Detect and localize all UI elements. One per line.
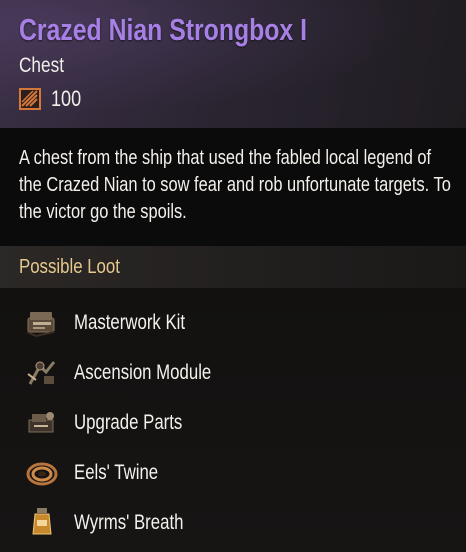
item-type: Chest [19,54,64,77]
list-item: Masterwork Kit [0,298,466,346]
loot-item-label: Upgrade Parts [74,411,183,434]
list-item: Ascension Module [0,348,466,396]
possible-loot-header: Possible Loot [0,246,466,288]
rope-coil-icon [24,454,60,490]
potion-jar-icon [24,504,60,540]
item-description: A chest from the ship that used the fabl… [19,146,451,223]
tooltip-header: Crazed Nian Strongbox I Chest 100 [0,0,466,128]
possible-loot-title: Possible Loot [19,255,120,278]
description-panel: A chest from the ship that used the fabl… [0,128,466,246]
list-item: Upgrade Parts [0,398,466,446]
gear-score-row: 100 [19,86,88,111]
masterwork-kit-icon [24,304,60,340]
loot-item-label: Masterwork Kit [74,311,186,334]
list-item: Eels' Twine [0,448,466,496]
list-item: Wyrms' Breath [0,498,466,546]
upgrade-parts-icon [24,404,60,440]
item-tooltip: Crazed Nian Strongbox I Chest 100 A ches… [0,0,466,552]
ascension-module-icon [24,354,60,390]
item-name: Crazed Nian Strongbox I [19,12,307,47]
loot-item-label: Ascension Module [74,361,212,384]
loot-item-label: Wyrms' Breath [74,511,184,534]
gear-score-value: 100 [51,86,82,111]
loot-item-label: Eels' Twine [74,461,159,484]
gear-score-icon [19,88,41,110]
possible-loot-list: Masterwork Kit Ascension Module Upgrade … [0,288,466,552]
